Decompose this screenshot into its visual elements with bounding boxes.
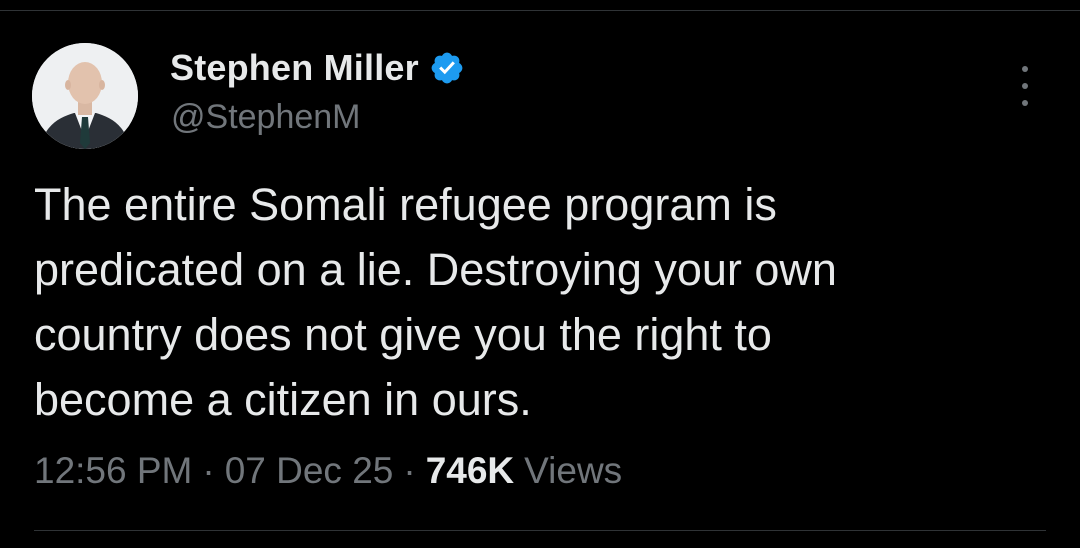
bottom-divider xyxy=(34,530,1046,531)
tweet-date[interactable]: 07 Dec 25 xyxy=(225,450,394,492)
more-dot xyxy=(1022,83,1028,89)
more-dot xyxy=(1022,66,1028,72)
verified-badge-icon[interactable] xyxy=(429,50,465,86)
tweet-meta: 12:56 PM · 07 Dec 25 · 746K Views xyxy=(34,450,622,492)
views-label[interactable]: Views xyxy=(524,450,622,492)
more-options-icon[interactable] xyxy=(1010,66,1040,106)
author-handle[interactable]: @StephenM xyxy=(171,98,361,137)
author-display-name[interactable]: Stephen Miller xyxy=(170,47,419,89)
meta-separator: · xyxy=(403,450,416,491)
tweet[interactable]: Stephen Miller @StephenM The entire Soma… xyxy=(0,0,1080,548)
avatar-image xyxy=(32,43,138,149)
views-count[interactable]: 746K xyxy=(426,450,514,492)
more-dot xyxy=(1022,100,1028,106)
meta-separator: · xyxy=(202,450,215,491)
avatar[interactable] xyxy=(32,43,138,149)
tweet-time[interactable]: 12:56 PM xyxy=(34,450,192,492)
author-name-row[interactable]: Stephen Miller xyxy=(170,46,465,90)
tweet-text: The entire Somali refugee program is pre… xyxy=(34,179,837,425)
